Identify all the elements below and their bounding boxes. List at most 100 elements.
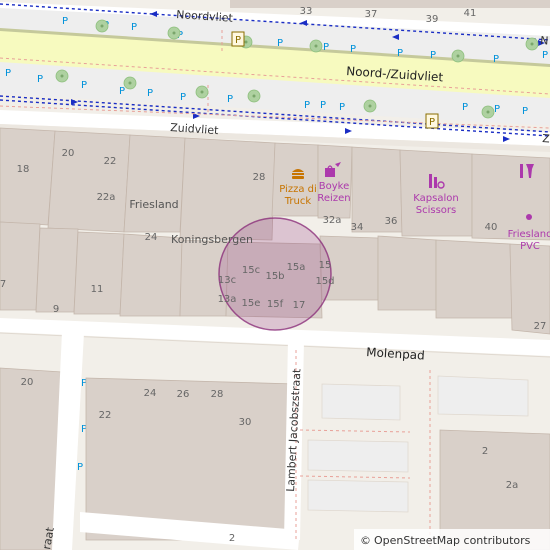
- poi-label-pvc-line2[interactable]: PVC: [520, 241, 540, 252]
- house-number: 27: [534, 321, 547, 332]
- parking-icon[interactable]: P: [77, 462, 83, 473]
- house-number: 22: [104, 156, 117, 167]
- house-number: 22a: [97, 192, 116, 203]
- parking-icon[interactable]: P: [542, 50, 548, 61]
- bicycle-parking-icon[interactable]: P: [231, 31, 245, 47]
- poi-label-pvc-line1[interactable]: Friesland: [508, 229, 550, 240]
- parking-icon[interactable]: P: [350, 44, 356, 55]
- bicycle-parking-icon[interactable]: P: [425, 113, 439, 129]
- tree-trunk-icon: [172, 31, 176, 35]
- parking-icon[interactable]: P: [131, 22, 137, 33]
- house-number: 15e: [242, 298, 261, 309]
- house-number: 28: [253, 172, 266, 183]
- poi-label-pizza-line1[interactable]: Pizza di: [279, 184, 317, 195]
- house-number: 26: [177, 389, 190, 400]
- poi-label-kapsalon-line1[interactable]: Kapsalon: [413, 193, 458, 204]
- house-number: 15f: [267, 299, 284, 310]
- street-label-edge-z: Z: [542, 132, 550, 146]
- house-number: 30: [239, 417, 252, 428]
- house-number: 15d: [315, 276, 334, 287]
- parking-icon[interactable]: P: [147, 88, 153, 99]
- parking-icon[interactable]: P: [430, 50, 436, 61]
- house-number: 37: [365, 9, 378, 20]
- house-number: 36: [385, 216, 398, 227]
- parking-icon[interactable]: P: [320, 100, 326, 111]
- house-number: 22: [99, 410, 112, 421]
- shop-dot-icon[interactable]: [526, 214, 532, 220]
- building: [123, 134, 186, 233]
- house-number: 17: [293, 300, 306, 311]
- house-number: 2a: [506, 480, 519, 491]
- parking-lot: [307, 439, 409, 473]
- parking-icon[interactable]: P: [397, 48, 403, 59]
- svg-text:P: P: [235, 35, 241, 46]
- poi-label-kapsalon-line2[interactable]: Scissors: [416, 205, 456, 216]
- building: [47, 130, 131, 233]
- parking-icon[interactable]: P: [323, 42, 329, 53]
- house-number: 15c: [242, 265, 260, 276]
- parking-icon[interactable]: P: [5, 68, 11, 79]
- building: [119, 233, 183, 317]
- tree-trunk-icon: [100, 24, 104, 28]
- map-canvas[interactable]: PPPPPPPPPPPPPPPPPPPPPPPPPPPPPPP: [0, 0, 550, 550]
- house-number: 13a: [218, 294, 237, 305]
- house-number: 41: [464, 8, 477, 19]
- parking-icon[interactable]: P: [37, 74, 43, 85]
- house-number: 15: [319, 260, 332, 271]
- parking-icon[interactable]: P: [180, 92, 186, 103]
- tree-trunk-icon: [200, 90, 204, 94]
- street-label-edge-n: N: [540, 34, 549, 48]
- poi-label-pizza-line2[interactable]: Truck: [284, 196, 312, 207]
- parking-icon[interactable]: P: [62, 16, 68, 27]
- parking-icon[interactable]: P: [462, 102, 468, 113]
- house-number: 11: [91, 284, 104, 295]
- place-label-friesland[interactable]: Friesland: [129, 198, 178, 211]
- parking-icon[interactable]: P: [277, 38, 283, 49]
- building: [0, 221, 41, 311]
- poi-label-boyke-line1[interactable]: Boyke: [319, 181, 349, 192]
- house-number: 32a: [323, 215, 342, 226]
- tree-trunk-icon: [314, 44, 318, 48]
- tree-trunk-icon: [60, 74, 64, 78]
- house-number: 20: [21, 377, 34, 388]
- parking-icon[interactable]: P: [339, 102, 345, 113]
- house-number: 2: [229, 533, 235, 544]
- house-number: 13c: [218, 275, 236, 286]
- house-number: 39: [426, 14, 439, 25]
- parking-icon[interactable]: P: [119, 86, 125, 97]
- building: [0, 367, 63, 550]
- house-number: 24: [145, 232, 158, 243]
- building: [377, 235, 437, 311]
- parking-lot: [307, 479, 409, 513]
- house-number: 9: [53, 304, 59, 315]
- tree-trunk-icon: [456, 54, 460, 58]
- tree-trunk-icon: [252, 94, 256, 98]
- tree-trunk-icon: [486, 110, 490, 114]
- parking-icon[interactable]: P: [494, 104, 500, 115]
- house-number: 18: [17, 164, 30, 175]
- building: [435, 239, 513, 319]
- attribution-box[interactable]: © OpenStreetMap contributors: [354, 529, 550, 550]
- place-label-koningsbergen[interactable]: Koningsbergen: [171, 233, 253, 246]
- building: [73, 231, 125, 315]
- parking-icon[interactable]: P: [304, 100, 310, 111]
- copyright-symbol: ©: [360, 534, 371, 547]
- tree-trunk-icon: [244, 40, 248, 44]
- tree-trunk-icon: [368, 104, 372, 108]
- parking-icon[interactable]: P: [81, 80, 87, 91]
- tree-trunk-icon: [128, 81, 132, 85]
- tree-trunk-icon: [530, 42, 534, 46]
- burger-icon[interactable]: [292, 169, 304, 179]
- building: [230, 0, 550, 8]
- poi-label-boyke-line2[interactable]: Reizen: [317, 193, 350, 204]
- parking-lot: [437, 375, 529, 417]
- parking-icon[interactable]: P: [227, 94, 233, 105]
- parking-icon[interactable]: P: [493, 54, 499, 65]
- attribution-link[interactable]: OpenStreetMap contributors: [374, 534, 531, 547]
- house-number: 24: [144, 388, 157, 399]
- svg-text:P: P: [429, 117, 435, 128]
- house-number: 40: [485, 222, 498, 233]
- house-number: 20: [62, 148, 75, 159]
- parking-icon[interactable]: P: [522, 106, 528, 117]
- house-number: 33: [300, 6, 313, 17]
